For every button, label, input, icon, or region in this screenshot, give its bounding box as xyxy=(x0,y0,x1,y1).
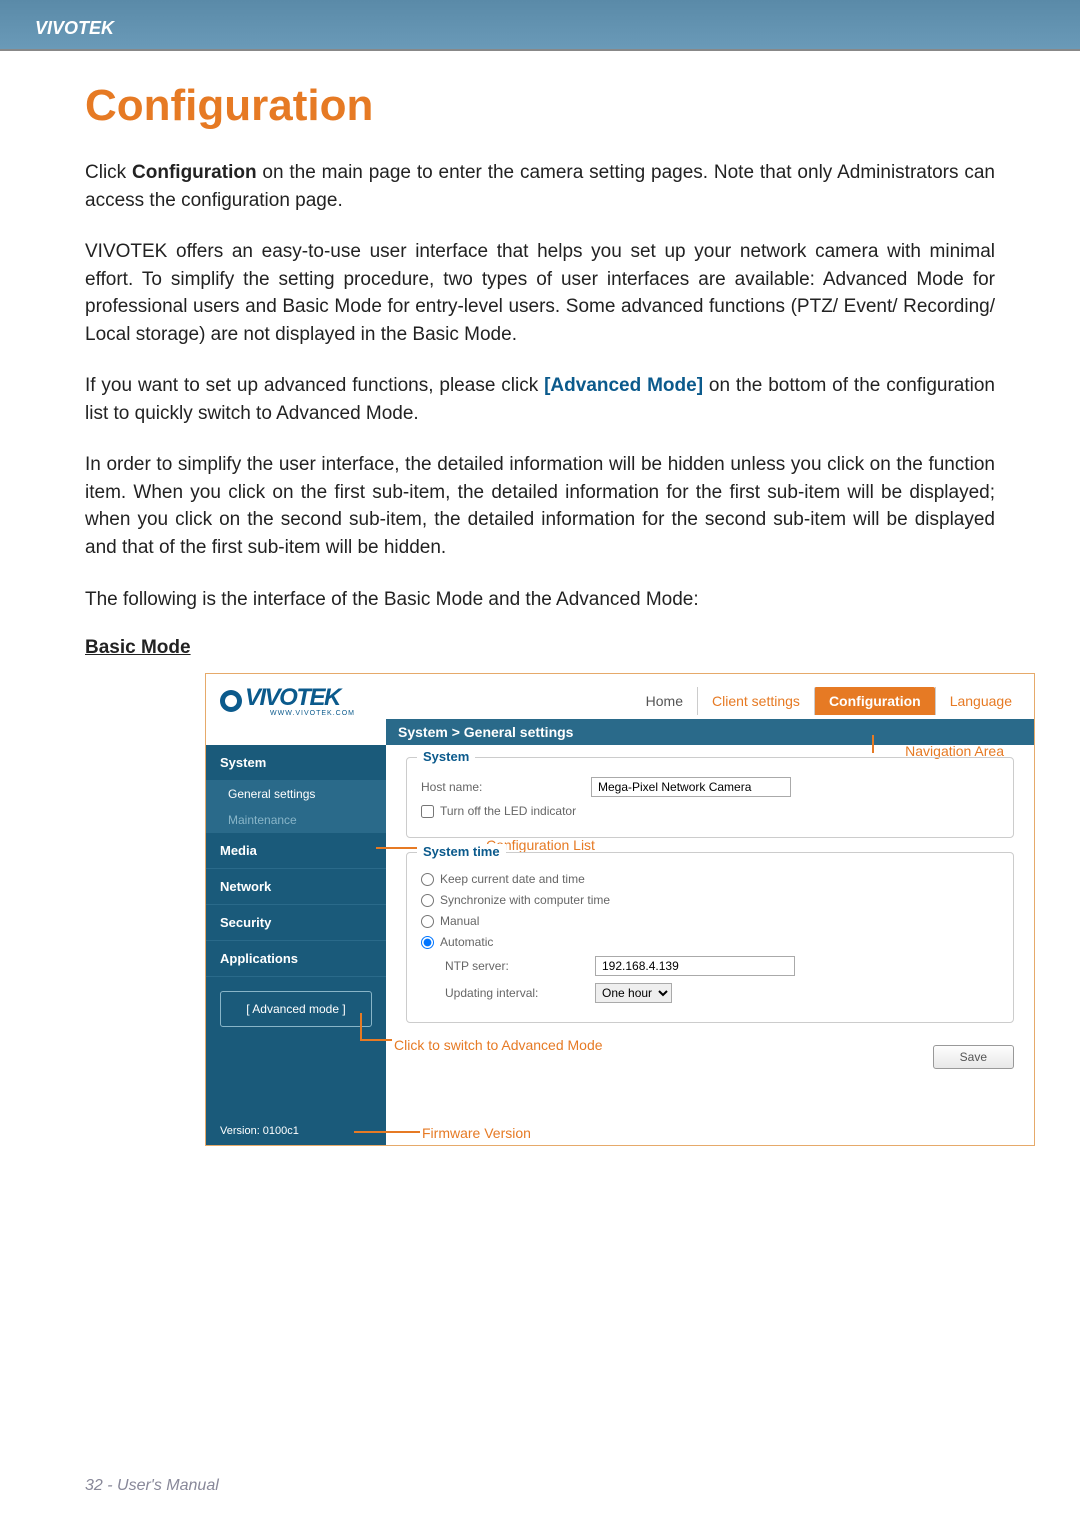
logo-text: VIVOTEK xyxy=(245,684,355,712)
sidebar-item-media[interactable]: Media xyxy=(206,833,386,869)
paragraph-2: VIVOTEK offers an easy-to-use user inter… xyxy=(85,238,995,348)
nav-tab-language[interactable]: Language xyxy=(935,687,1026,715)
logo-subtext: WWW.VIVOTEK.COM xyxy=(270,710,355,717)
auto-label: Automatic xyxy=(440,935,493,949)
callout-switch: Click to switch to Advanced Mode xyxy=(394,1037,603,1053)
nav-tab-config[interactable]: Configuration xyxy=(814,687,935,715)
callout-firmware: Firmware Version xyxy=(422,1125,531,1141)
sidebar: System General settings Maintenance Medi… xyxy=(206,745,386,1145)
sidebar-item-security[interactable]: Security xyxy=(206,905,386,941)
p3-pre: If you want to set up advanced functions… xyxy=(85,375,544,396)
legend-system: System xyxy=(417,749,475,764)
hostname-input[interactable] xyxy=(591,777,791,797)
ntp-label: NTP server: xyxy=(445,959,595,973)
sync-label: Synchronize with computer time xyxy=(440,893,610,907)
nav-tabs: Home Client settings Configuration Langu… xyxy=(632,687,1026,715)
radio-keep[interactable] xyxy=(421,873,434,886)
sidebar-item-network[interactable]: Network xyxy=(206,869,386,905)
manual-label: Manual xyxy=(440,914,479,928)
paragraph-1: Click Configuration on the main page to … xyxy=(85,159,995,214)
radio-sync[interactable] xyxy=(421,894,434,907)
hostname-label: Host name: xyxy=(421,780,591,794)
basic-mode-screenshot: VIVOTEK WWW.VIVOTEK.COM Home Client sett… xyxy=(205,673,1035,1146)
breadcrumb: System > General settings xyxy=(386,719,1034,745)
basic-mode-heading: Basic Mode xyxy=(85,637,995,659)
led-label: Turn off the LED indicator xyxy=(440,804,576,818)
keep-label: Keep current date and time xyxy=(440,872,585,886)
sidebar-advanced-mode[interactable]: [ Advanced mode ] xyxy=(220,991,372,1027)
interval-label: Updating interval: xyxy=(445,986,595,1000)
page-header-brand: VIVOTEK xyxy=(0,0,1080,51)
radio-manual[interactable] xyxy=(421,915,434,928)
fieldset-system: System Host name: Turn off the LED indic… xyxy=(406,757,1014,838)
sidebar-subitem-general[interactable]: General settings xyxy=(206,781,386,807)
paragraph-3: If you want to set up advanced functions… xyxy=(85,372,995,427)
page-title: Configuration xyxy=(85,81,995,131)
save-button[interactable]: Save xyxy=(933,1045,1014,1069)
nav-tab-home[interactable]: Home xyxy=(632,687,697,715)
paragraph-4: In order to simplify the user interface,… xyxy=(85,451,995,561)
led-checkbox[interactable] xyxy=(421,805,434,818)
sidebar-item-system[interactable]: System xyxy=(206,745,386,781)
fieldset-system-time: System time Keep current date and time S… xyxy=(406,852,1014,1023)
legend-time: System time xyxy=(417,844,506,859)
radio-auto[interactable] xyxy=(421,936,434,949)
nav-tab-client[interactable]: Client settings xyxy=(697,687,814,715)
interval-select[interactable]: One hour xyxy=(595,983,672,1003)
ntp-input[interactable] xyxy=(595,956,795,976)
logo-icon xyxy=(220,690,242,712)
paragraph-5: The following is the interface of the Ba… xyxy=(85,586,995,614)
sidebar-subitem-maintenance[interactable]: Maintenance xyxy=(206,807,386,833)
sidebar-item-applications[interactable]: Applications xyxy=(206,941,386,977)
p1-pre: Click xyxy=(85,162,132,183)
advanced-mode-link: [Advanced Mode] xyxy=(544,375,703,396)
page-footer: 32 - User's Manual xyxy=(0,1477,1080,1495)
p1-bold: Configuration xyxy=(132,162,257,183)
main-panel: Navigation Area System Host name: Turn o… xyxy=(386,745,1034,1145)
logo: VIVOTEK WWW.VIVOTEK.COM xyxy=(220,684,355,717)
